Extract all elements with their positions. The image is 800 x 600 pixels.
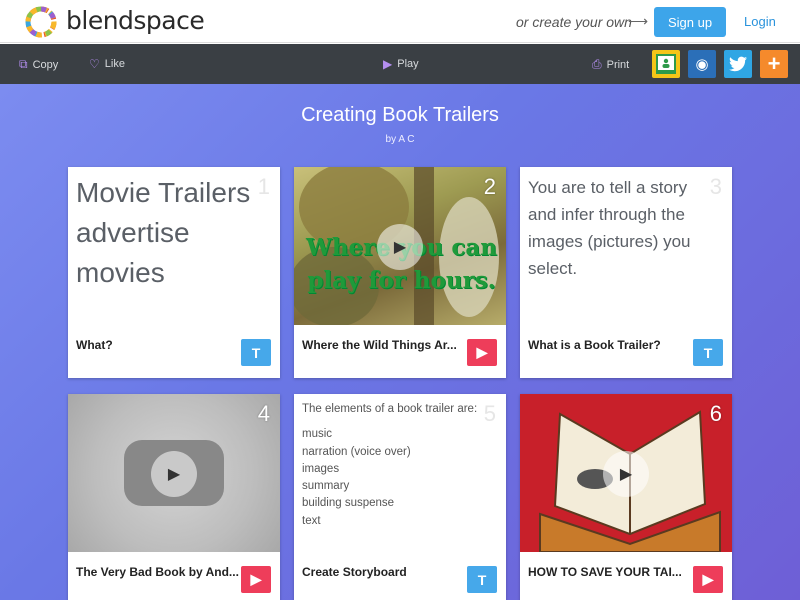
- tile-card[interactable]: The elements of a book trailer are: musi…: [294, 394, 506, 600]
- list-item: narration (voice over): [302, 445, 411, 458]
- play-button[interactable]: ▶ Play: [383, 57, 419, 71]
- video-type-icon: ▶: [467, 339, 497, 366]
- list-item: summary: [302, 480, 350, 493]
- signup-button[interactable]: Sign up: [654, 7, 726, 37]
- brand-name[interactable]: blendspace: [66, 6, 205, 35]
- more-share-button[interactable]: +: [760, 50, 788, 78]
- list-intro: The elements of a book trailer are:: [302, 403, 478, 415]
- copy-icon: ⧉: [19, 57, 28, 71]
- printer-icon: ⎙: [592, 57, 602, 71]
- twitter-bird-icon: [729, 56, 747, 72]
- tile-caption: What is a Book Trailer?: [528, 338, 661, 352]
- list-item: images: [302, 462, 340, 475]
- like-label: Like: [104, 58, 125, 70]
- lesson-author[interactable]: by A C: [0, 134, 800, 145]
- login-link[interactable]: Login: [744, 14, 776, 29]
- plus-icon: +: [767, 51, 781, 76]
- tile-number: 3: [709, 174, 722, 199]
- tile-caption: HOW TO SAVE YOUR TAI...: [528, 565, 682, 579]
- tile-card[interactable]: You are to tell a story and infer throug…: [520, 167, 732, 378]
- copy-label: Copy: [32, 58, 59, 71]
- tile-caption: What?: [76, 338, 113, 352]
- arrow-right-icon: ⟶: [628, 13, 649, 29]
- tile-body-text: The elements of a book trailer are: musi…: [302, 401, 482, 530]
- tile-text-preview: You are to tell a story and infer throug…: [520, 167, 732, 325]
- tile-card[interactable]: ▶ 4 The Very Bad Book by And... ▶: [68, 394, 280, 600]
- blendspace-logo[interactable]: [24, 5, 58, 39]
- video-thumbnail: Where you can play for hours. ▶ 2: [294, 167, 506, 325]
- list-item: building suspense: [302, 497, 395, 510]
- tile-body-text: Movie Trailers advertise movies: [76, 177, 251, 288]
- lesson-toolbar: ⧉ Copy ♡ Like ▶ Play ⎙ Print ◉ +: [0, 44, 800, 84]
- play-label: Play: [397, 58, 419, 70]
- tile-card[interactable]: Where you can play for hours. ▶ 2 Where …: [294, 167, 506, 378]
- copy-button[interactable]: ⧉ Copy: [19, 57, 58, 72]
- print-label: Print: [606, 58, 630, 71]
- text-type-icon: T: [241, 339, 271, 366]
- video-thumbnail: ▶ 6: [520, 394, 732, 552]
- play-circle-icon[interactable]: ▶: [603, 451, 649, 497]
- twitter-share-button[interactable]: [724, 50, 752, 78]
- tile-text-preview: The elements of a book trailer are: musi…: [294, 394, 506, 552]
- play-circle-icon[interactable]: ▶: [151, 451, 197, 497]
- video-thumbnail: ▶ 4: [68, 394, 280, 552]
- play-circle-icon[interactable]: ▶: [377, 224, 423, 270]
- tile-caption: Create Storyboard: [302, 565, 407, 579]
- heart-icon: ♡: [89, 57, 100, 71]
- tile-number: 1: [257, 174, 270, 199]
- list-item: music: [302, 428, 333, 441]
- tile-number: 6: [709, 401, 722, 426]
- tile-text-preview: Movie Trailers advertise movies 1: [68, 167, 280, 325]
- text-type-icon: T: [467, 566, 497, 593]
- text-type-icon: T: [693, 339, 723, 366]
- remind-share-button[interactable]: ◉: [688, 50, 716, 78]
- google-classroom-share-button[interactable]: [652, 50, 680, 78]
- remind-icon: ◉: [695, 56, 709, 73]
- video-type-icon: ▶: [241, 566, 271, 593]
- print-button[interactable]: ⎙ Print: [592, 57, 629, 72]
- tile-body-text: You are to tell a story and infer throug…: [528, 178, 691, 278]
- list-item: text: [302, 514, 321, 527]
- tile-number: 5: [483, 401, 496, 426]
- google-classroom-icon: [656, 54, 676, 74]
- video-type-icon: ▶: [693, 566, 723, 593]
- tile-caption: The Very Bad Book by And...: [76, 565, 239, 579]
- lesson-canvas: Creating Book Trailers by A C Movie Trai…: [0, 84, 800, 600]
- top-bar: blendspace or create your own ⟶ Sign up …: [0, 0, 800, 43]
- like-button[interactable]: ♡ Like: [89, 57, 125, 71]
- play-icon: ▶: [383, 57, 393, 71]
- tile-number: 4: [257, 401, 270, 426]
- or-create-text: or create your own: [516, 14, 632, 30]
- lesson-title: Creating Book Trailers: [301, 104, 499, 126]
- tile-card[interactable]: ▶ 6 HOW TO SAVE YOUR TAI... ▶: [520, 394, 732, 600]
- tile-card[interactable]: Movie Trailers advertise movies 1 What? …: [68, 167, 280, 378]
- tile-caption: Where the Wild Things Ar...: [302, 338, 457, 352]
- tile-number: 2: [483, 174, 496, 199]
